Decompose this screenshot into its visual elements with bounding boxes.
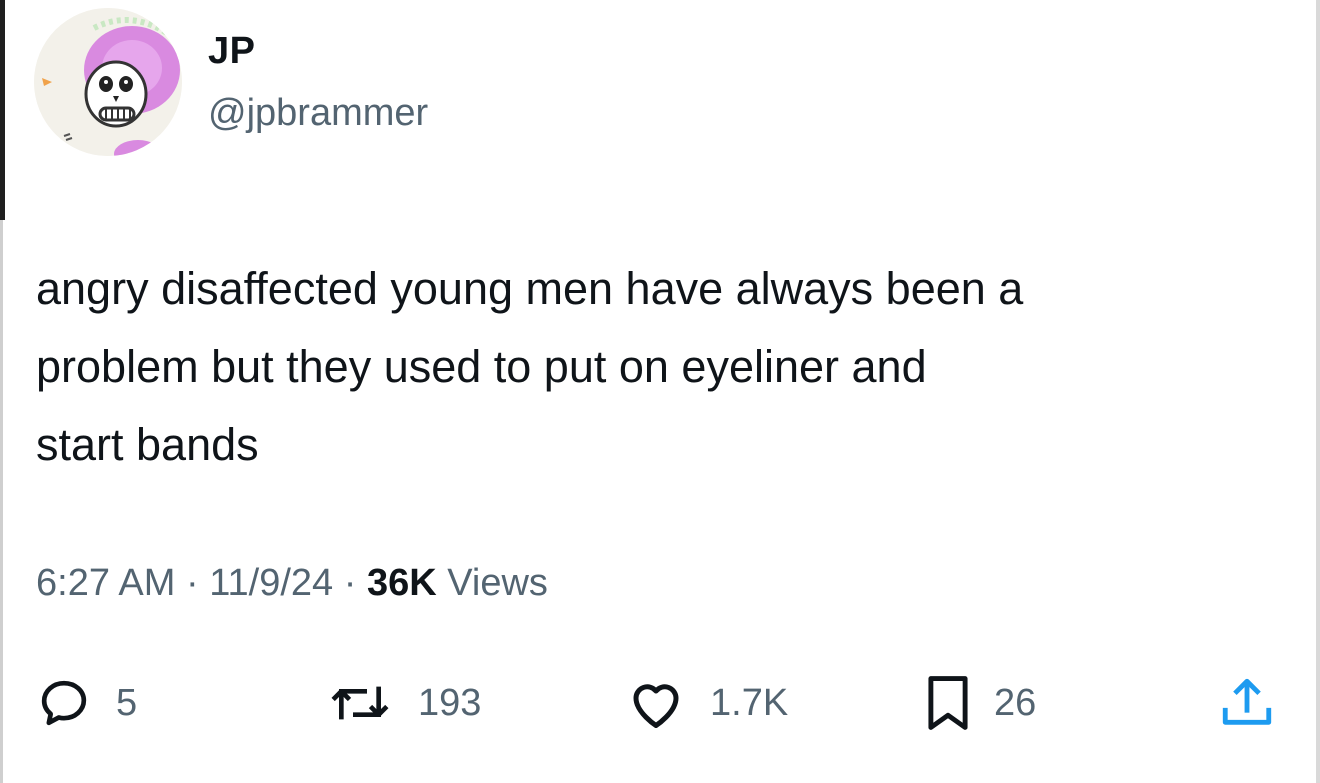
meta-separator: ·	[185, 562, 199, 604]
views-label: Views	[447, 562, 548, 604]
author-handle[interactable]: @jpbrammer	[208, 92, 428, 135]
like-button[interactable]: 1.7K	[626, 668, 788, 738]
bookmark-icon	[928, 676, 968, 730]
screenshot-edge	[0, 0, 5, 220]
share-icon	[1222, 678, 1272, 725]
tweet-card: JP @jpbrammer angry disaffected young me…	[0, 0, 1320, 783]
author-name[interactable]: JP	[208, 30, 255, 73]
repost-count: 193	[418, 681, 482, 724]
avatar[interactable]	[34, 8, 182, 156]
reply-icon	[41, 680, 87, 726]
bookmark-button[interactable]: 26	[926, 668, 1036, 738]
heart-icon	[633, 684, 679, 728]
bookmark-count: 26	[994, 681, 1037, 724]
tweet-date[interactable]: 11/9/24	[209, 562, 333, 604]
tweet-text: angry disaffected young men have always …	[36, 263, 1024, 470]
repost-icon	[331, 686, 389, 720]
screenshot-edge	[1316, 0, 1320, 783]
tweet-time[interactable]: 6:27 AM	[36, 562, 175, 604]
action-bar: 5 193 1.7K 26	[0, 668, 1320, 738]
share-button[interactable]	[1218, 668, 1276, 738]
meta-separator: ·	[343, 562, 357, 604]
skeleton-sombrero-avatar-icon	[34, 8, 182, 156]
repost-button[interactable]: 193	[326, 668, 481, 738]
reply-count: 5	[116, 681, 138, 724]
reply-button[interactable]: 5	[36, 668, 137, 738]
tweet-meta: 6:27 AM · 11/9/24 · 36K Views	[36, 562, 548, 605]
like-count: 1.7K	[710, 681, 789, 724]
views-count: 36K	[366, 562, 437, 604]
